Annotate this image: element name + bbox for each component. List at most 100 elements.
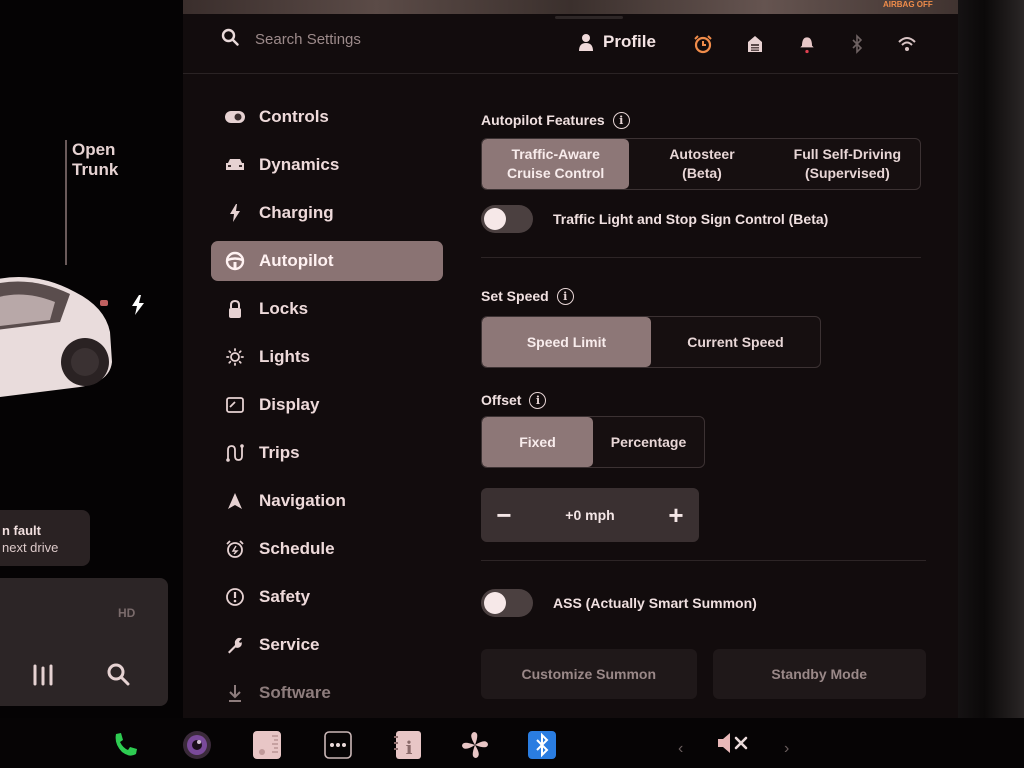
option-traffic-aware-cruise-control[interactable]: Traffic-Aware Cruise Control xyxy=(482,139,630,189)
camera-icon[interactable] xyxy=(182,730,212,760)
sidebar-item-label: Software xyxy=(259,683,331,702)
sidebar-item-software[interactable]: Software xyxy=(211,673,443,713)
more-apps-icon[interactable] xyxy=(323,730,353,760)
increment-button[interactable]: + xyxy=(665,500,687,531)
camera-feed-strip xyxy=(183,0,958,14)
profile-label: Profile xyxy=(603,32,656,51)
option-line1: Autosteer xyxy=(669,146,735,162)
screen-bezel xyxy=(958,0,1024,718)
dock-prev-button[interactable]: ‹ xyxy=(678,740,683,758)
option-fixed[interactable]: Fixed xyxy=(482,417,593,467)
offset-title: Offset i xyxy=(481,388,926,412)
open-trunk-button[interactable]: Open Trunk xyxy=(72,140,118,180)
phone-icon[interactable] xyxy=(110,730,140,760)
equalizer-icon[interactable] xyxy=(30,664,56,686)
section-label: Autopilot Features xyxy=(481,112,605,128)
traffic-light-toggle-row: Traffic Light and Stop Sign Control (Bet… xyxy=(481,205,926,233)
bell-icon[interactable] xyxy=(797,34,817,54)
volume-muted-icon[interactable] xyxy=(716,732,750,754)
display-icon xyxy=(226,397,244,413)
traffic-light-toggle-label: Traffic Light and Stop Sign Control (Bet… xyxy=(553,211,829,227)
search-settings-input[interactable] xyxy=(255,26,505,52)
option-speed-limit[interactable]: Speed Limit xyxy=(482,317,651,367)
car-icon xyxy=(226,159,244,170)
search-icon xyxy=(221,28,239,46)
charge-port-icon[interactable] xyxy=(130,295,146,315)
sidebar-item-safety[interactable]: Safety xyxy=(211,577,443,617)
option-label: Percentage xyxy=(610,433,687,450)
option-autosteer[interactable]: Autosteer (Beta) xyxy=(629,139,774,189)
sidebar-item-label: Locks xyxy=(259,299,309,318)
fan-icon[interactable] xyxy=(460,730,490,760)
lightning-icon xyxy=(230,204,240,222)
summon-toggle-row: ASS (Actually Smart Summon) xyxy=(481,589,926,617)
hd-radio-icon: HD xyxy=(118,606,136,620)
sidebar-item-dynamics[interactable]: Dynamics xyxy=(211,145,443,185)
sidebar-item-label: Autopilot xyxy=(259,251,334,270)
option-line2: Cruise Control xyxy=(507,165,605,181)
summon-toggle-label: ASS (Actually Smart Summon) xyxy=(553,595,757,611)
profile-button[interactable]: Profile xyxy=(579,32,656,52)
sidebar-item-navigation[interactable]: Navigation xyxy=(211,481,443,521)
sidebar-item-label: Dynamics xyxy=(259,155,340,174)
option-line2: (Beta) xyxy=(682,165,722,181)
alarm-clock-icon[interactable] xyxy=(693,34,713,54)
sidebar-item-controls[interactable]: Controls xyxy=(211,97,443,137)
offset-value: +0 mph xyxy=(565,507,615,523)
autopilot-settings: Autopilot Features i Traffic-Aware Cruise… xyxy=(481,108,926,699)
alert-subtitle: next drive xyxy=(2,540,59,555)
traffic-light-toggle[interactable] xyxy=(481,205,533,233)
download-icon xyxy=(229,685,241,702)
option-full-self-driving[interactable]: Full Self-Driving (Supervised) xyxy=(775,139,920,189)
info-icon[interactable]: i xyxy=(612,111,630,129)
media-search-icon[interactable] xyxy=(106,662,130,686)
sidebar-item-trips[interactable]: Trips xyxy=(211,433,443,473)
sidebar-item-display[interactable]: Display xyxy=(211,385,443,425)
summon-toggle[interactable] xyxy=(481,589,533,617)
wrench-icon xyxy=(228,637,242,654)
info-icon[interactable]: i xyxy=(556,287,574,305)
customize-summon-button[interactable]: Customize Summon xyxy=(481,649,697,699)
fault-alert-card[interactable]: n fault next drive xyxy=(0,510,90,566)
autopilot-features-title: Autopilot Features i xyxy=(481,108,926,132)
schedule-clock-icon xyxy=(226,540,244,558)
garage-icon[interactable] xyxy=(745,34,765,54)
summon-buttons: Customize Summon Standby Mode xyxy=(481,649,926,699)
wifi-icon[interactable] xyxy=(897,34,917,54)
sidebar-item-charging[interactable]: Charging xyxy=(211,193,443,233)
settings-header: Profile xyxy=(183,22,958,74)
manual-icon[interactable]: i xyxy=(393,730,423,760)
svg-text:i: i xyxy=(406,738,413,759)
bluetooth-app-icon[interactable] xyxy=(527,730,557,760)
route-icon xyxy=(226,444,244,462)
bluetooth-icon[interactable] xyxy=(847,34,867,54)
sidebar-item-schedule[interactable]: Schedule xyxy=(211,529,443,569)
option-label: Speed Limit xyxy=(526,333,607,350)
option-line1: Traffic-Aware xyxy=(511,146,600,162)
sidebar-item-locks[interactable]: Locks xyxy=(211,289,443,329)
toybox-icon[interactable] xyxy=(252,730,282,760)
offset-stepper: − +0 mph + xyxy=(481,488,699,542)
trunk-label-line1: Open xyxy=(72,140,116,159)
sidebar-item-autopilot[interactable]: Autopilot xyxy=(211,241,443,281)
button-label: Standby Mode xyxy=(771,666,868,682)
option-label: Fixed xyxy=(519,433,556,450)
option-label: Current Speed xyxy=(687,333,784,350)
dock-next-button[interactable]: › xyxy=(784,740,789,758)
standby-mode-button[interactable]: Standby Mode xyxy=(712,649,926,699)
bottom-dock: i ‹ › xyxy=(0,718,1024,768)
sidebar-item-service[interactable]: Service xyxy=(211,625,443,665)
alert-title: n fault xyxy=(2,523,41,538)
decrement-button[interactable]: − xyxy=(493,500,515,531)
trunk-indicator-line xyxy=(65,140,67,265)
media-player-card[interactable]: HD xyxy=(0,578,168,706)
option-current-speed[interactable]: Current Speed xyxy=(651,317,820,367)
sidebar-item-label: Safety xyxy=(259,587,311,606)
info-icon[interactable]: i xyxy=(529,391,547,409)
sidebar-item-label: Display xyxy=(259,395,320,414)
option-percentage[interactable]: Percentage xyxy=(593,417,704,467)
sidebar-item-lights[interactable]: Lights xyxy=(211,337,443,377)
sidebar-item-label: Service xyxy=(259,635,320,654)
drag-handle[interactable] xyxy=(555,16,623,19)
button-label: Customize Summon xyxy=(521,666,657,682)
